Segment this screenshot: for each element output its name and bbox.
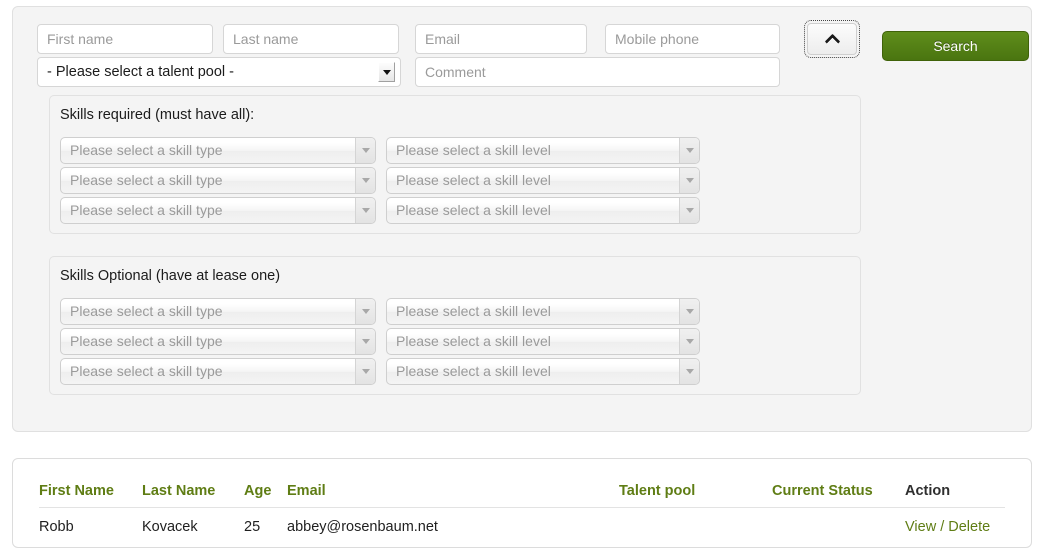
talent-pool-selected-value: - Please select a talent pool - — [47, 64, 234, 80]
chevron-down-icon — [679, 138, 699, 163]
skill-level-value: Please select a skill level — [396, 172, 551, 188]
skill-type-select[interactable]: Please select a skill type — [60, 197, 376, 224]
chevron-down-icon — [679, 329, 699, 354]
first-name-input[interactable] — [37, 24, 213, 54]
skills-optional-legend: Skills Optional (have at lease one) — [60, 268, 281, 284]
skill-type-select[interactable]: Please select a skill type — [60, 167, 376, 194]
cell-age: 25 — [244, 519, 261, 535]
view-link[interactable]: View — [905, 519, 936, 535]
table-row: Robb Kovacek 25 abbey@rosenbaum.net View… — [39, 508, 1005, 536]
table-header-row: First Name Last Name Age Email Talent po… — [39, 483, 1005, 508]
cell-email: abbey@rosenbaum.net — [287, 519, 438, 535]
email-input[interactable] — [415, 24, 587, 54]
chevron-down-icon — [679, 359, 699, 384]
skill-level-select[interactable]: Please select a skill level — [386, 328, 700, 355]
search-panel: - Please select a talent pool - Search S… — [12, 6, 1032, 432]
mobile-phone-input[interactable] — [605, 24, 780, 54]
skill-level-select[interactable]: Please select a skill level — [386, 197, 700, 224]
skill-level-select[interactable]: Please select a skill level — [386, 358, 700, 385]
skill-level-value: Please select a skill level — [396, 202, 551, 218]
chevron-down-icon — [355, 329, 375, 354]
column-header-current-status: Current Status — [772, 483, 905, 508]
cell-last-name: Kovacek — [142, 519, 198, 535]
skill-type-value: Please select a skill type — [70, 303, 223, 319]
cell-talent-pool — [619, 508, 772, 536]
skill-level-value: Please select a skill level — [396, 363, 551, 379]
column-header-action: Action — [905, 483, 1005, 508]
action-separator: / — [936, 519, 949, 535]
chevron-down-icon — [679, 198, 699, 223]
talent-pool-select[interactable]: - Please select a talent pool - — [37, 57, 401, 87]
skill-type-select[interactable]: Please select a skill type — [60, 328, 376, 355]
chevron-down-icon — [378, 62, 395, 82]
chevron-up-icon — [824, 33, 840, 49]
skill-level-value: Please select a skill level — [396, 142, 551, 158]
skill-level-select[interactable]: Please select a skill level — [386, 167, 700, 194]
cell-first-name: Robb — [39, 519, 74, 535]
comment-input[interactable] — [415, 57, 780, 87]
collapse-toggle-button[interactable] — [804, 20, 860, 58]
skill-level-select[interactable]: Please select a skill level — [386, 137, 700, 164]
skill-level-value: Please select a skill level — [396, 333, 551, 349]
skill-type-value: Please select a skill type — [70, 363, 223, 379]
chevron-down-icon — [355, 299, 375, 324]
chevron-down-icon — [355, 168, 375, 193]
skills-required-fieldset: Skills required (must have all): Please … — [49, 95, 861, 234]
skill-level-select[interactable]: Please select a skill level — [386, 298, 700, 325]
column-header-age: Age — [244, 483, 287, 508]
column-header-first-name: First Name — [39, 483, 142, 508]
skills-required-legend: Skills required (must have all): — [60, 107, 255, 123]
skill-type-value: Please select a skill type — [70, 172, 223, 188]
skills-optional-fieldset: Skills Optional (have at lease one) Plea… — [49, 256, 861, 395]
skill-level-value: Please select a skill level — [396, 303, 551, 319]
chevron-down-icon — [355, 138, 375, 163]
chevron-down-icon — [355, 359, 375, 384]
column-header-email: Email — [287, 483, 619, 508]
chevron-down-icon — [355, 198, 375, 223]
skill-type-select[interactable]: Please select a skill type — [60, 137, 376, 164]
search-button[interactable]: Search — [882, 31, 1029, 61]
column-header-last-name: Last Name — [142, 483, 244, 508]
skill-type-value: Please select a skill type — [70, 202, 223, 218]
skill-type-value: Please select a skill type — [70, 333, 223, 349]
column-header-talent-pool: Talent pool — [619, 483, 772, 508]
last-name-input[interactable] — [223, 24, 399, 54]
chevron-down-icon — [679, 299, 699, 324]
results-panel: First Name Last Name Age Email Talent po… — [12, 458, 1032, 548]
cell-current-status — [772, 508, 905, 536]
skill-type-value: Please select a skill type — [70, 142, 223, 158]
cell-action: View / Delete — [905, 508, 1005, 535]
delete-link[interactable]: Delete — [948, 519, 990, 535]
skill-type-select[interactable]: Please select a skill type — [60, 358, 376, 385]
chevron-down-icon — [679, 168, 699, 193]
skill-type-select[interactable]: Please select a skill type — [60, 298, 376, 325]
results-table: First Name Last Name Age Email Talent po… — [39, 483, 1005, 535]
